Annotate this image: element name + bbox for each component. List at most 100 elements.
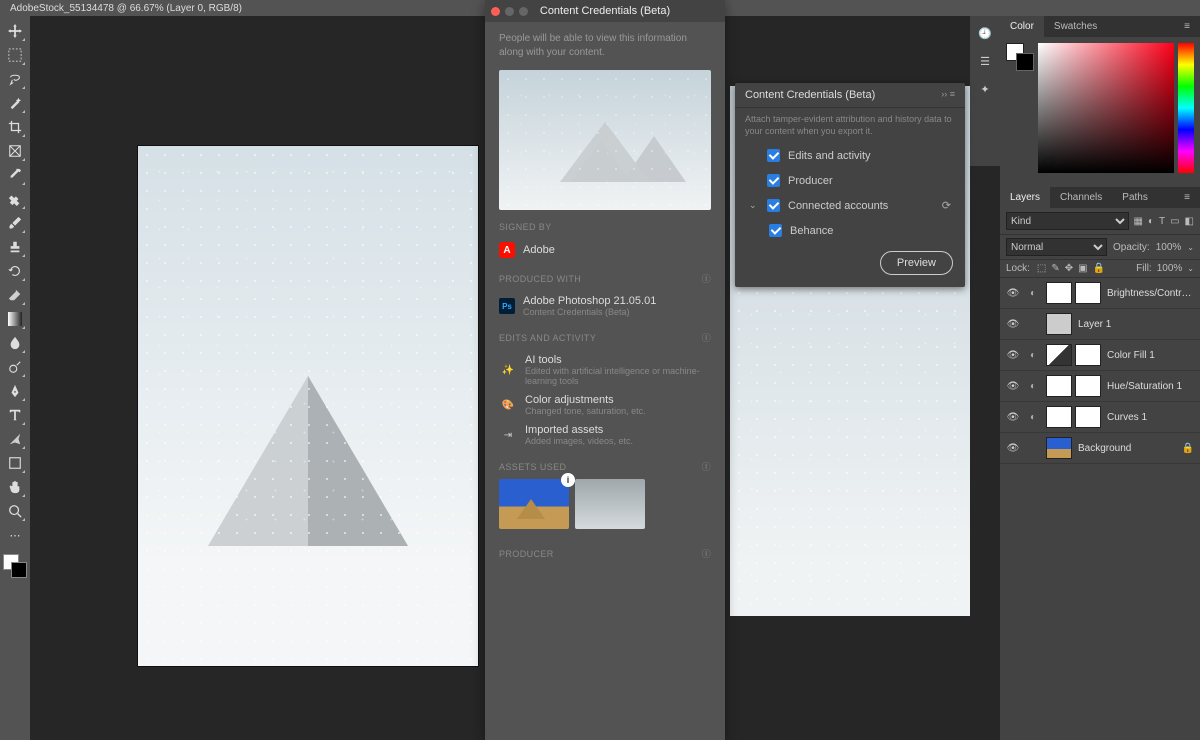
asset-thumb[interactable]: [575, 479, 645, 529]
fg-bg-swatches[interactable]: [3, 554, 27, 578]
credentials-icon[interactable]: ✦: [976, 80, 994, 98]
tool-shape[interactable]: [4, 452, 26, 474]
lock-icon[interactable]: 🔒: [1182, 443, 1194, 454]
tab-layers[interactable]: Layers: [1000, 187, 1050, 208]
filter-adjust-icon[interactable]: ◐: [1148, 216, 1154, 227]
layer-row[interactable]: 👁 ◐ Hue/Saturation 1: [1000, 371, 1200, 402]
info-icon[interactable]: ⓘ: [702, 460, 711, 473]
refresh-icon[interactable]: ⟳: [942, 199, 951, 212]
tool-hand[interactable]: [4, 476, 26, 498]
info-icon[interactable]: ⓘ: [702, 547, 711, 560]
opt-connected[interactable]: ⌄ Connected accounts ⟳: [735, 193, 965, 218]
color-field[interactable]: [1038, 43, 1174, 173]
tab-swatches[interactable]: Swatches: [1044, 16, 1107, 37]
asset-thumb[interactable]: i: [499, 479, 569, 529]
visibility-icon[interactable]: 👁: [1006, 350, 1020, 361]
tool-wand[interactable]: [4, 92, 26, 114]
layer-thumb[interactable]: [1046, 313, 1072, 335]
tab-paths[interactable]: Paths: [1112, 187, 1158, 208]
color-picker[interactable]: [1000, 37, 1200, 187]
tool-dodge[interactable]: [4, 356, 26, 378]
layer-mask[interactable]: [1075, 344, 1101, 366]
lock-artboard-icon[interactable]: ▣: [1078, 263, 1087, 274]
layer-thumb[interactable]: [1046, 282, 1072, 304]
hue-slider[interactable]: [1178, 43, 1194, 173]
tab-channels[interactable]: Channels: [1050, 187, 1112, 208]
min-dot-icon[interactable]: [505, 7, 514, 16]
checkbox-icon[interactable]: [767, 199, 780, 212]
tool-frame[interactable]: [4, 140, 26, 162]
tool-path[interactable]: [4, 428, 26, 450]
canvas-document[interactable]: [138, 146, 478, 666]
chevron-down-icon[interactable]: ⌄: [749, 200, 759, 211]
visibility-icon[interactable]: 👁: [1006, 443, 1020, 454]
layer-row[interactable]: 👁 ◐ Curves 1: [1000, 402, 1200, 433]
tool-more[interactable]: ⋯: [4, 524, 26, 546]
tool-move[interactable]: [4, 20, 26, 42]
info-icon[interactable]: ⓘ: [702, 272, 711, 285]
filter-smart-icon[interactable]: ◧: [1185, 216, 1194, 227]
history-icon[interactable]: 🕘: [976, 24, 994, 42]
layer-thumb[interactable]: [1046, 406, 1072, 428]
max-dot-icon[interactable]: [519, 7, 528, 16]
tab-color[interactable]: Color: [1000, 16, 1044, 37]
checkbox-icon[interactable]: [767, 149, 780, 162]
info-icon[interactable]: ⓘ: [702, 331, 711, 344]
opacity-value[interactable]: 100%: [1156, 242, 1182, 253]
lock-pixels-icon[interactable]: ✎: [1051, 263, 1059, 274]
fg-bg-swatches[interactable]: [1006, 43, 1034, 71]
tool-crop[interactable]: [4, 116, 26, 138]
filter-type-icon[interactable]: T: [1159, 216, 1165, 227]
modal-title-text: Content Credentials (Beta): [540, 5, 670, 17]
visibility-icon[interactable]: 👁: [1006, 381, 1020, 392]
tool-pen[interactable]: [4, 380, 26, 402]
tool-lasso[interactable]: [4, 68, 26, 90]
layer-kind-filter[interactable]: Kind: [1006, 212, 1129, 230]
layer-mask[interactable]: [1075, 406, 1101, 428]
tool-stamp[interactable]: [4, 236, 26, 258]
opt-behance[interactable]: Behance: [735, 218, 965, 243]
panel-menu-icon[interactable]: ≡: [1174, 187, 1200, 208]
tool-heal[interactable]: [4, 188, 26, 210]
layer-thumb[interactable]: [1046, 344, 1072, 366]
tool-brush[interactable]: [4, 212, 26, 234]
lock-position-icon[interactable]: ✥: [1065, 263, 1073, 274]
layer-mask[interactable]: [1075, 375, 1101, 397]
tool-blur[interactable]: [4, 332, 26, 354]
lock-transparency-icon[interactable]: ⬚: [1037, 263, 1046, 274]
tool-eraser[interactable]: [4, 284, 26, 306]
panel-menu-icon[interactable]: ›› ≡: [941, 89, 955, 101]
filter-pixel-icon[interactable]: ▦: [1133, 216, 1142, 227]
layer-thumb[interactable]: [1046, 375, 1072, 397]
info-badge-icon[interactable]: i: [561, 473, 575, 487]
opt-producer[interactable]: Producer: [735, 168, 965, 193]
tool-type[interactable]: [4, 404, 26, 426]
fill-value[interactable]: 100%: [1157, 263, 1183, 274]
checkbox-icon[interactable]: [767, 174, 780, 187]
filter-shape-icon[interactable]: ▭: [1170, 216, 1179, 227]
preview-button[interactable]: Preview: [880, 251, 953, 275]
layer-row[interactable]: 👁 Layer 1: [1000, 309, 1200, 340]
tool-marquee[interactable]: [4, 44, 26, 66]
panel-menu-icon[interactable]: ≡: [1174, 16, 1200, 37]
tool-history-brush[interactable]: [4, 260, 26, 282]
blend-mode-select[interactable]: Normal: [1006, 238, 1107, 256]
layer-thumb[interactable]: [1046, 437, 1072, 459]
visibility-icon[interactable]: 👁: [1006, 288, 1020, 299]
visibility-icon[interactable]: 👁: [1006, 412, 1020, 423]
tool-eyedropper[interactable]: [4, 164, 26, 186]
checkbox-icon[interactable]: [769, 224, 782, 237]
layer-mask[interactable]: [1075, 282, 1101, 304]
properties-icon[interactable]: ☰: [976, 52, 994, 70]
layer-row[interactable]: 👁 ◐ Brightness/Contrast 1: [1000, 278, 1200, 309]
visibility-icon[interactable]: 👁: [1006, 319, 1020, 330]
lock-all-icon[interactable]: 🔒: [1093, 263, 1105, 274]
close-dot-icon[interactable]: [491, 7, 500, 16]
modal-titlebar[interactable]: Content Credentials (Beta): [485, 0, 725, 22]
opt-edits[interactable]: Edits and activity: [735, 143, 965, 168]
tool-gradient[interactable]: [4, 308, 26, 330]
tool-zoom[interactable]: [4, 500, 26, 522]
layer-row-background[interactable]: 👁 Background 🔒: [1000, 433, 1200, 464]
layer-row[interactable]: 👁 ◐ Color Fill 1: [1000, 340, 1200, 371]
window-controls[interactable]: [491, 7, 528, 16]
